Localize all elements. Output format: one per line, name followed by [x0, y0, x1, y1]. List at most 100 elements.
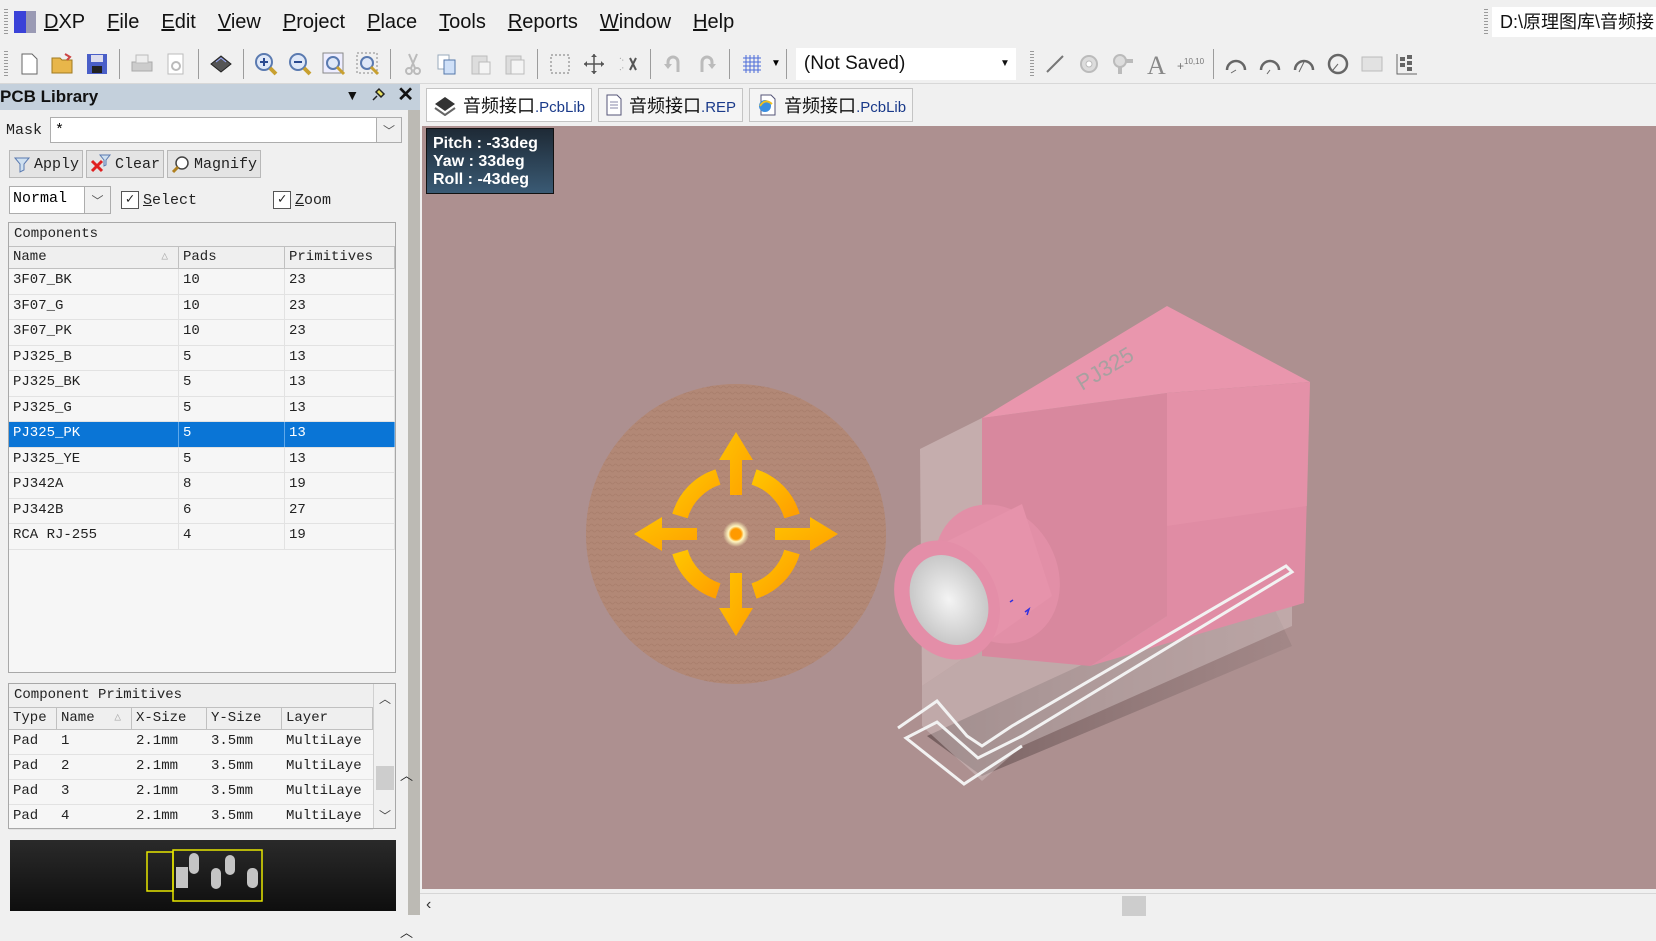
- path-grip[interactable]: [1484, 9, 1488, 35]
- menu-help[interactable]: Help: [682, 11, 745, 34]
- grid-dropdown-arrow[interactable]: ▼: [771, 58, 781, 69]
- component-row[interactable]: 3F07_PK 10 23: [9, 320, 395, 346]
- mask-input[interactable]: *: [50, 117, 377, 143]
- place-pad-button[interactable]: [1073, 48, 1105, 80]
- print-button[interactable]: [126, 48, 158, 80]
- paste-button[interactable]: [465, 48, 497, 80]
- place-coordinate-button[interactable]: +10,10: [1175, 48, 1207, 80]
- toolbar2-grip[interactable]: [1029, 50, 1034, 77]
- document-tab[interactable]: 音频接口.REP: [598, 88, 744, 122]
- scrollbar-thumb[interactable]: [1122, 896, 1146, 916]
- new-document-button[interactable]: [13, 48, 45, 80]
- print-preview-button[interactable]: [160, 48, 192, 80]
- select-checkbox[interactable]: ✓ Select: [121, 191, 197, 209]
- mode-select[interactable]: Normal ﹀: [9, 186, 111, 214]
- mask-dropdown-button[interactable]: ﹀: [376, 117, 402, 143]
- save-button[interactable]: [81, 48, 113, 80]
- component-row[interactable]: PJ325_B 5 13: [9, 345, 395, 371]
- arc-any-button[interactable]: [1288, 48, 1320, 80]
- grid-button[interactable]: [736, 48, 768, 80]
- array-paste-button[interactable]: [1390, 48, 1422, 80]
- column-header-x-size[interactable]: X-Size: [132, 708, 207, 729]
- apply-button[interactable]: Apply: [9, 150, 84, 178]
- component-row[interactable]: 3F07_G 10 23: [9, 294, 395, 320]
- undo-button[interactable]: [657, 48, 689, 80]
- menu-tools[interactable]: Tools: [428, 11, 497, 34]
- menubar-grip[interactable]: [4, 9, 8, 35]
- primitive-row[interactable]: Pad 3 2.1mm 3.5mm MultiLaye: [9, 780, 373, 805]
- navigation-widget[interactable]: [586, 384, 886, 684]
- menu-window[interactable]: Window: [589, 11, 682, 34]
- cross-select-button[interactable]: [612, 48, 644, 80]
- menu-place[interactable]: Place: [356, 11, 428, 34]
- component-row[interactable]: PJ342A 8 19: [9, 473, 395, 499]
- component-row[interactable]: PJ325_PK 5 13: [9, 422, 395, 448]
- document-area: 音频接口.PcbLib 音频接口.REP 音频接口.PcbLib PJ325 P…: [420, 84, 1656, 916]
- menu-project[interactable]: Project: [272, 11, 356, 34]
- 3d-viewport[interactable]: PJ325 Pitch : -33deg Yaw : 33deg Roll : …: [422, 126, 1656, 889]
- horizontal-scrollbar[interactable]: ‹: [420, 893, 1656, 916]
- zoom-in-button[interactable]: [250, 48, 282, 80]
- open-button[interactable]: [47, 48, 79, 80]
- place-string-button[interactable]: A: [1141, 48, 1173, 80]
- copy-button[interactable]: [431, 48, 463, 80]
- panel-close-icon[interactable]: ✕: [397, 85, 414, 105]
- cut-button[interactable]: [397, 48, 429, 80]
- column-header-name[interactable]: Name △: [57, 708, 132, 729]
- arc-edge-button[interactable]: [1254, 48, 1286, 80]
- layer-stack-button[interactable]: [205, 48, 237, 80]
- column-header-pads[interactable]: Pads: [179, 247, 285, 268]
- component-row[interactable]: PJ325_G 5 13: [9, 396, 395, 422]
- menu-view[interactable]: View: [207, 11, 272, 34]
- primitive-row[interactable]: Pad 4 2.1mm 3.5mm MultiLaye: [9, 805, 373, 830]
- fill-button[interactable]: [1356, 48, 1388, 80]
- menu-edit[interactable]: Edit: [150, 11, 206, 34]
- footprint-mini-viewer[interactable]: [10, 840, 396, 911]
- paste-special-button[interactable]: [499, 48, 531, 80]
- scroll-left-icon[interactable]: ‹: [426, 896, 431, 914]
- redo-button[interactable]: [691, 48, 723, 80]
- primitives-collapse-icon[interactable]: ︿: [400, 765, 413, 784]
- component-pads-cell: 5: [179, 396, 285, 421]
- primitives-scrollbar[interactable]: ︿ ﹀: [373, 684, 395, 828]
- column-header-layer[interactable]: Layer: [282, 708, 373, 729]
- component-row[interactable]: RCA RJ-255 4 19: [9, 524, 395, 550]
- scrollbar-thumb[interactable]: [376, 766, 394, 790]
- column-header-name[interactable]: Name △: [9, 247, 179, 268]
- component-row[interactable]: PJ325_YE 5 13: [9, 447, 395, 473]
- place-via-button[interactable]: [1107, 48, 1139, 80]
- move-button[interactable]: [578, 48, 610, 80]
- zoom-checkbox[interactable]: ✓ Zoom: [273, 191, 331, 209]
- menu-reports[interactable]: Reports: [497, 11, 589, 34]
- column-header-type[interactable]: Type: [9, 708, 57, 729]
- component-3d-model[interactable]: PJ325: [874, 306, 1310, 786]
- zoom-out-button[interactable]: [284, 48, 316, 80]
- zoom-fit-button[interactable]: [318, 48, 350, 80]
- column-header-primitives[interactable]: Primitives: [285, 247, 395, 268]
- center-dot-icon[interactable]: [723, 521, 749, 547]
- clear-button[interactable]: Clear: [86, 150, 165, 178]
- primitive-row[interactable]: Pad 2 2.1mm 3.5mm MultiLaye: [9, 755, 373, 780]
- zoom-area-button[interactable]: [352, 48, 384, 80]
- document-tab[interactable]: 音频接口.PcbLib: [749, 88, 914, 122]
- snap-select[interactable]: (Not Saved) ▼: [795, 47, 1016, 80]
- arc-center-button[interactable]: [1220, 48, 1252, 80]
- component-row[interactable]: PJ325_BK 5 13: [9, 371, 395, 397]
- scroll-up-icon[interactable]: ︿: [374, 690, 396, 707]
- panel-menu-dropdown-icon[interactable]: ▼: [345, 87, 359, 103]
- select-area-button[interactable]: [544, 48, 576, 80]
- menu-dxp[interactable]: DXP: [44, 11, 96, 34]
- full-circle-button[interactable]: [1322, 48, 1354, 80]
- component-row[interactable]: PJ342B 6 27: [9, 498, 395, 524]
- viewer-collapse-icon[interactable]: ︿: [400, 922, 413, 941]
- pin-icon[interactable]: [369, 86, 387, 104]
- magnify-button[interactable]: Magnify: [167, 150, 262, 178]
- menu-file[interactable]: File: [96, 11, 150, 34]
- primitive-row[interactable]: Pad 1 2.1mm 3.5mm MultiLaye: [9, 730, 373, 755]
- component-row[interactable]: 3F07_BK 10 23: [9, 269, 395, 295]
- toolbar-grip[interactable]: [4, 50, 8, 77]
- place-line-button[interactable]: [1039, 48, 1071, 80]
- column-header-y-size[interactable]: Y-Size: [207, 708, 282, 729]
- document-tab[interactable]: 音频接口.PcbLib: [426, 88, 593, 122]
- scroll-down-icon[interactable]: ﹀: [374, 807, 396, 824]
